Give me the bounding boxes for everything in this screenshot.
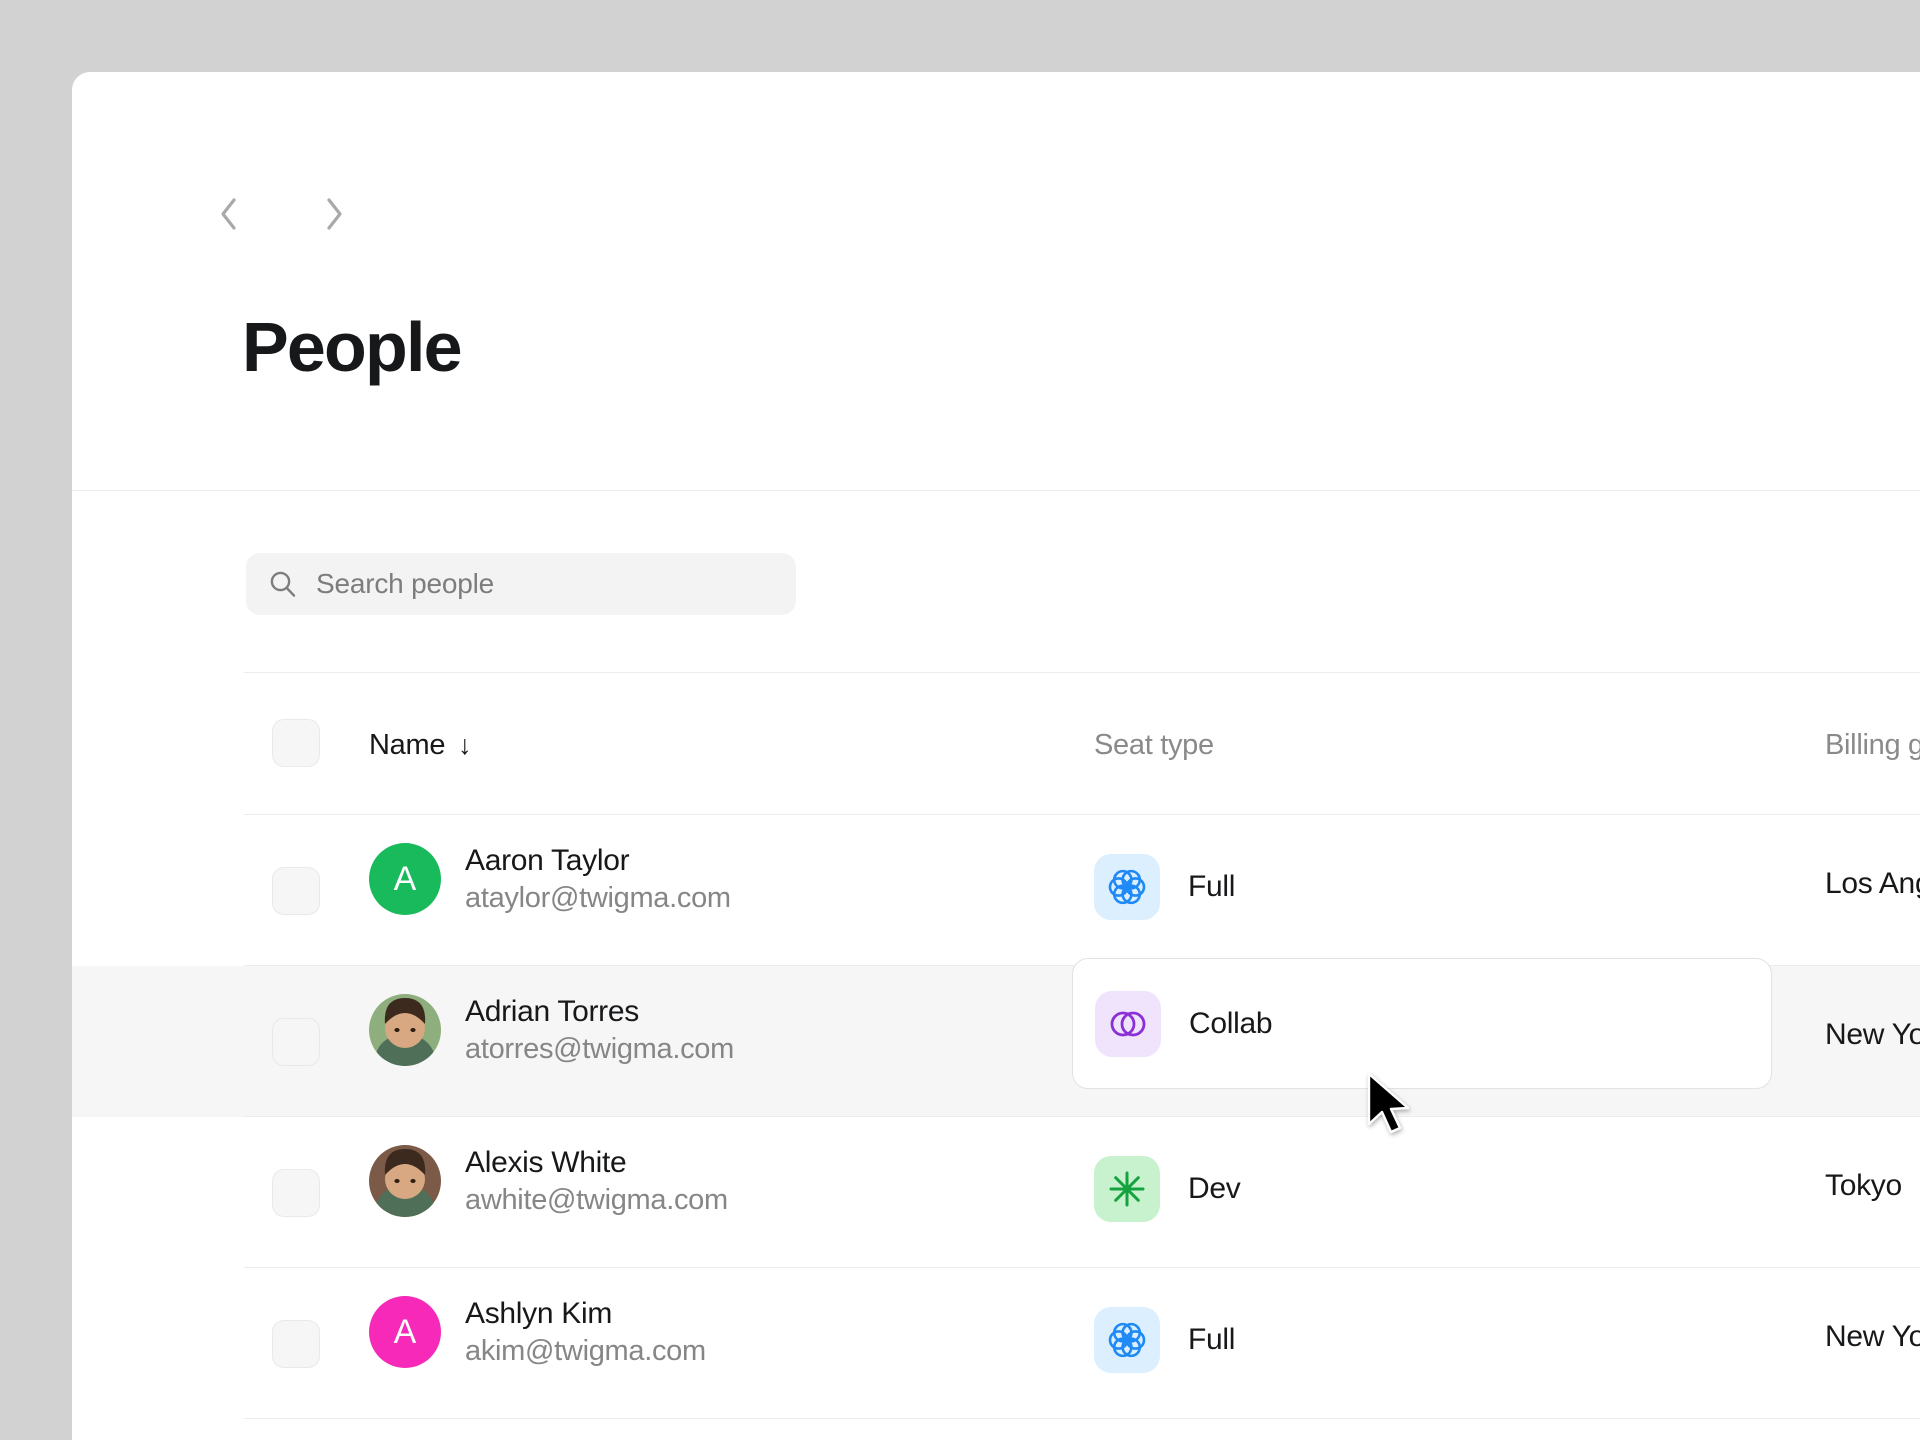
person-email: atorres@twigma.com bbox=[465, 1032, 734, 1065]
search-placeholder: Search people bbox=[316, 568, 494, 599]
seat-type-cell[interactable]: Collab bbox=[1095, 991, 1273, 1057]
person-cell[interactable]: Alexis White awhite@twigma.com bbox=[369, 1145, 728, 1217]
row-checkbox[interactable] bbox=[272, 1320, 320, 1368]
billing-group-cell: New York bbox=[1825, 1320, 1920, 1353]
seat-type-label: Full bbox=[1188, 870, 1236, 903]
row-background bbox=[72, 1268, 1920, 1419]
row-checkbox[interactable] bbox=[272, 1169, 320, 1217]
rosette-icon bbox=[1094, 1307, 1160, 1373]
mouse-pointer-icon bbox=[1367, 1072, 1410, 1134]
seat-type-cell[interactable]: Dev bbox=[1094, 1156, 1241, 1222]
row-background bbox=[72, 1117, 1920, 1268]
row-background bbox=[72, 815, 1920, 966]
person-cell[interactable]: A Aaron Taylor ataylor@twigma.com bbox=[369, 843, 731, 915]
table-row[interactable]: Brandon Kent Guest View New York bbox=[72, 1419, 1920, 1440]
select-all-checkbox[interactable] bbox=[272, 719, 320, 767]
person-email: awhite@twigma.com bbox=[465, 1183, 728, 1216]
billing-group-cell: Tokyo bbox=[1825, 1169, 1902, 1202]
billing-group-cell: Los Angeles bbox=[1825, 867, 1920, 900]
table-row[interactable]: A Aaron Taylor ataylor@twigma.com Full L… bbox=[72, 815, 1920, 966]
seat-type-cell[interactable]: Full bbox=[1094, 1307, 1235, 1373]
header-divider bbox=[72, 490, 1920, 491]
row-background bbox=[72, 1419, 1920, 1440]
row-checkbox[interactable] bbox=[272, 867, 320, 915]
seat-type-label: Collab bbox=[1189, 1007, 1273, 1040]
page-title: People bbox=[242, 308, 463, 386]
row-checkbox[interactable] bbox=[272, 1018, 320, 1066]
seat-type-dropdown[interactable]: Collab bbox=[1072, 958, 1772, 1089]
person-cell[interactable]: Adrian Torres atorres@twigma.com bbox=[369, 994, 734, 1066]
back-button[interactable] bbox=[207, 192, 251, 236]
person-name: Alexis White bbox=[465, 1145, 627, 1179]
person-email: ataylor@twigma.com bbox=[465, 881, 731, 914]
table-row[interactable]: A Ashlyn Kim akim@twigma.com Full New Yo… bbox=[72, 1268, 1920, 1419]
table-header-row: Name ↓ Seat type Billing grou bbox=[72, 672, 1920, 814]
avatar: A bbox=[369, 843, 441, 915]
sort-descending-icon: ↓ bbox=[458, 730, 472, 760]
person-name: Adrian Torres bbox=[465, 994, 639, 1028]
column-header-name[interactable]: Name ↓ bbox=[369, 729, 472, 762]
seat-type-label: Full bbox=[1188, 1323, 1236, 1356]
venn-circles-icon bbox=[1095, 991, 1161, 1057]
avatar bbox=[369, 1145, 441, 1217]
avatar bbox=[369, 994, 441, 1066]
asterisk-icon bbox=[1094, 1156, 1160, 1222]
seat-type-label: Dev bbox=[1188, 1172, 1241, 1205]
chevron-left-icon bbox=[221, 198, 236, 230]
column-header-billing-group[interactable]: Billing grou bbox=[1825, 729, 1920, 762]
seat-type-cell[interactable]: Full bbox=[1094, 854, 1235, 920]
avatar: A bbox=[369, 1296, 441, 1368]
person-name: Ashlyn Kim bbox=[465, 1296, 613, 1330]
person-email: akim@twigma.com bbox=[465, 1334, 706, 1367]
search-icon bbox=[270, 571, 296, 597]
person-cell[interactable]: A Ashlyn Kim akim@twigma.com bbox=[369, 1296, 706, 1368]
table-row[interactable]: Alexis White awhite@twigma.com Dev Tokyo bbox=[72, 1117, 1920, 1268]
chevron-right-icon bbox=[327, 198, 342, 230]
rosette-icon bbox=[1094, 854, 1160, 920]
column-header-name-label: Name bbox=[369, 729, 446, 761]
table-row[interactable]: Adrian Torres atorres@twigma.com Collab … bbox=[72, 958, 1920, 1117]
forward-button[interactable] bbox=[312, 192, 356, 236]
column-header-seat-type[interactable]: Seat type bbox=[1094, 729, 1214, 762]
search-input[interactable]: Search people bbox=[246, 553, 796, 615]
person-name: Aaron Taylor bbox=[465, 843, 630, 877]
billing-group-cell: New York bbox=[1825, 1018, 1920, 1051]
app-window: People Search people Name ↓ Seat type Bi… bbox=[72, 72, 1920, 1440]
